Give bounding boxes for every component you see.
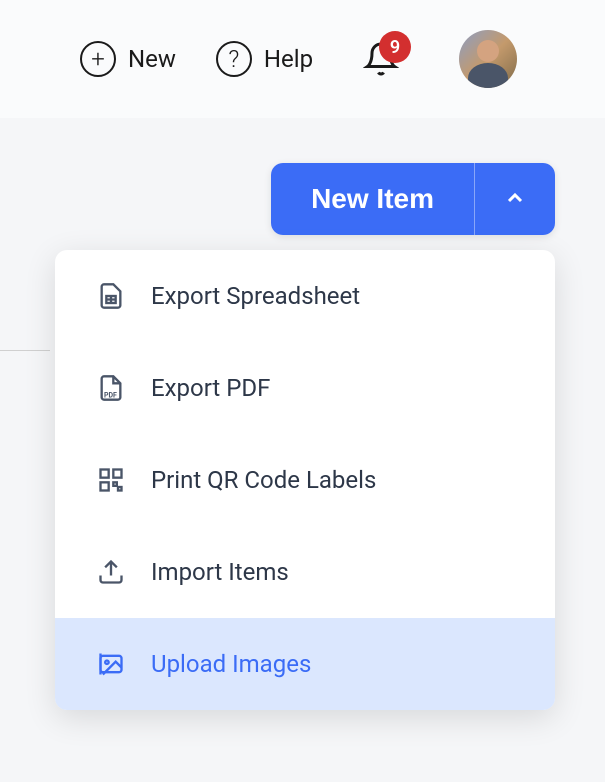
new-item-split-button: New Item xyxy=(271,163,555,235)
qr-icon xyxy=(95,464,127,496)
help-label: Help xyxy=(264,45,313,73)
help-icon: ? xyxy=(216,41,252,77)
user-avatar[interactable] xyxy=(459,30,517,88)
new-button[interactable]: + New xyxy=(80,41,176,77)
divider xyxy=(0,350,50,351)
menu-label: Print QR Code Labels xyxy=(151,466,376,494)
top-header: + New ? Help 9 xyxy=(0,0,605,118)
import-icon xyxy=(95,556,127,588)
menu-label: Import Items xyxy=(151,558,289,586)
menu-item-print-qr[interactable]: Print QR Code Labels xyxy=(55,434,555,526)
notification-badge: 9 xyxy=(379,31,411,63)
menu-label: Export Spreadsheet xyxy=(151,282,360,310)
image-icon xyxy=(95,648,127,680)
dropdown-toggle-button[interactable] xyxy=(474,163,555,235)
plus-icon: + xyxy=(80,41,116,77)
menu-item-import-items[interactable]: Import Items xyxy=(55,526,555,618)
action-bar: New Item xyxy=(0,118,605,235)
new-item-button[interactable]: New Item xyxy=(271,163,474,235)
new-label: New xyxy=(128,45,176,73)
notifications-button[interactable]: 9 xyxy=(363,41,399,77)
menu-item-upload-images[interactable]: Upload Images xyxy=(55,618,555,710)
menu-item-export-spreadsheet[interactable]: Export Spreadsheet xyxy=(55,250,555,342)
help-button[interactable]: ? Help xyxy=(216,41,313,77)
menu-label: Export PDF xyxy=(151,374,270,402)
menu-label: Upload Images xyxy=(151,650,311,678)
pdf-icon: PDF xyxy=(95,372,127,404)
spreadsheet-icon xyxy=(95,280,127,312)
actions-dropdown: Export Spreadsheet PDF Export PDF Print … xyxy=(55,250,555,710)
menu-item-export-pdf[interactable]: PDF Export PDF xyxy=(55,342,555,434)
svg-text:PDF: PDF xyxy=(104,391,117,399)
chevron-up-icon xyxy=(503,186,527,213)
